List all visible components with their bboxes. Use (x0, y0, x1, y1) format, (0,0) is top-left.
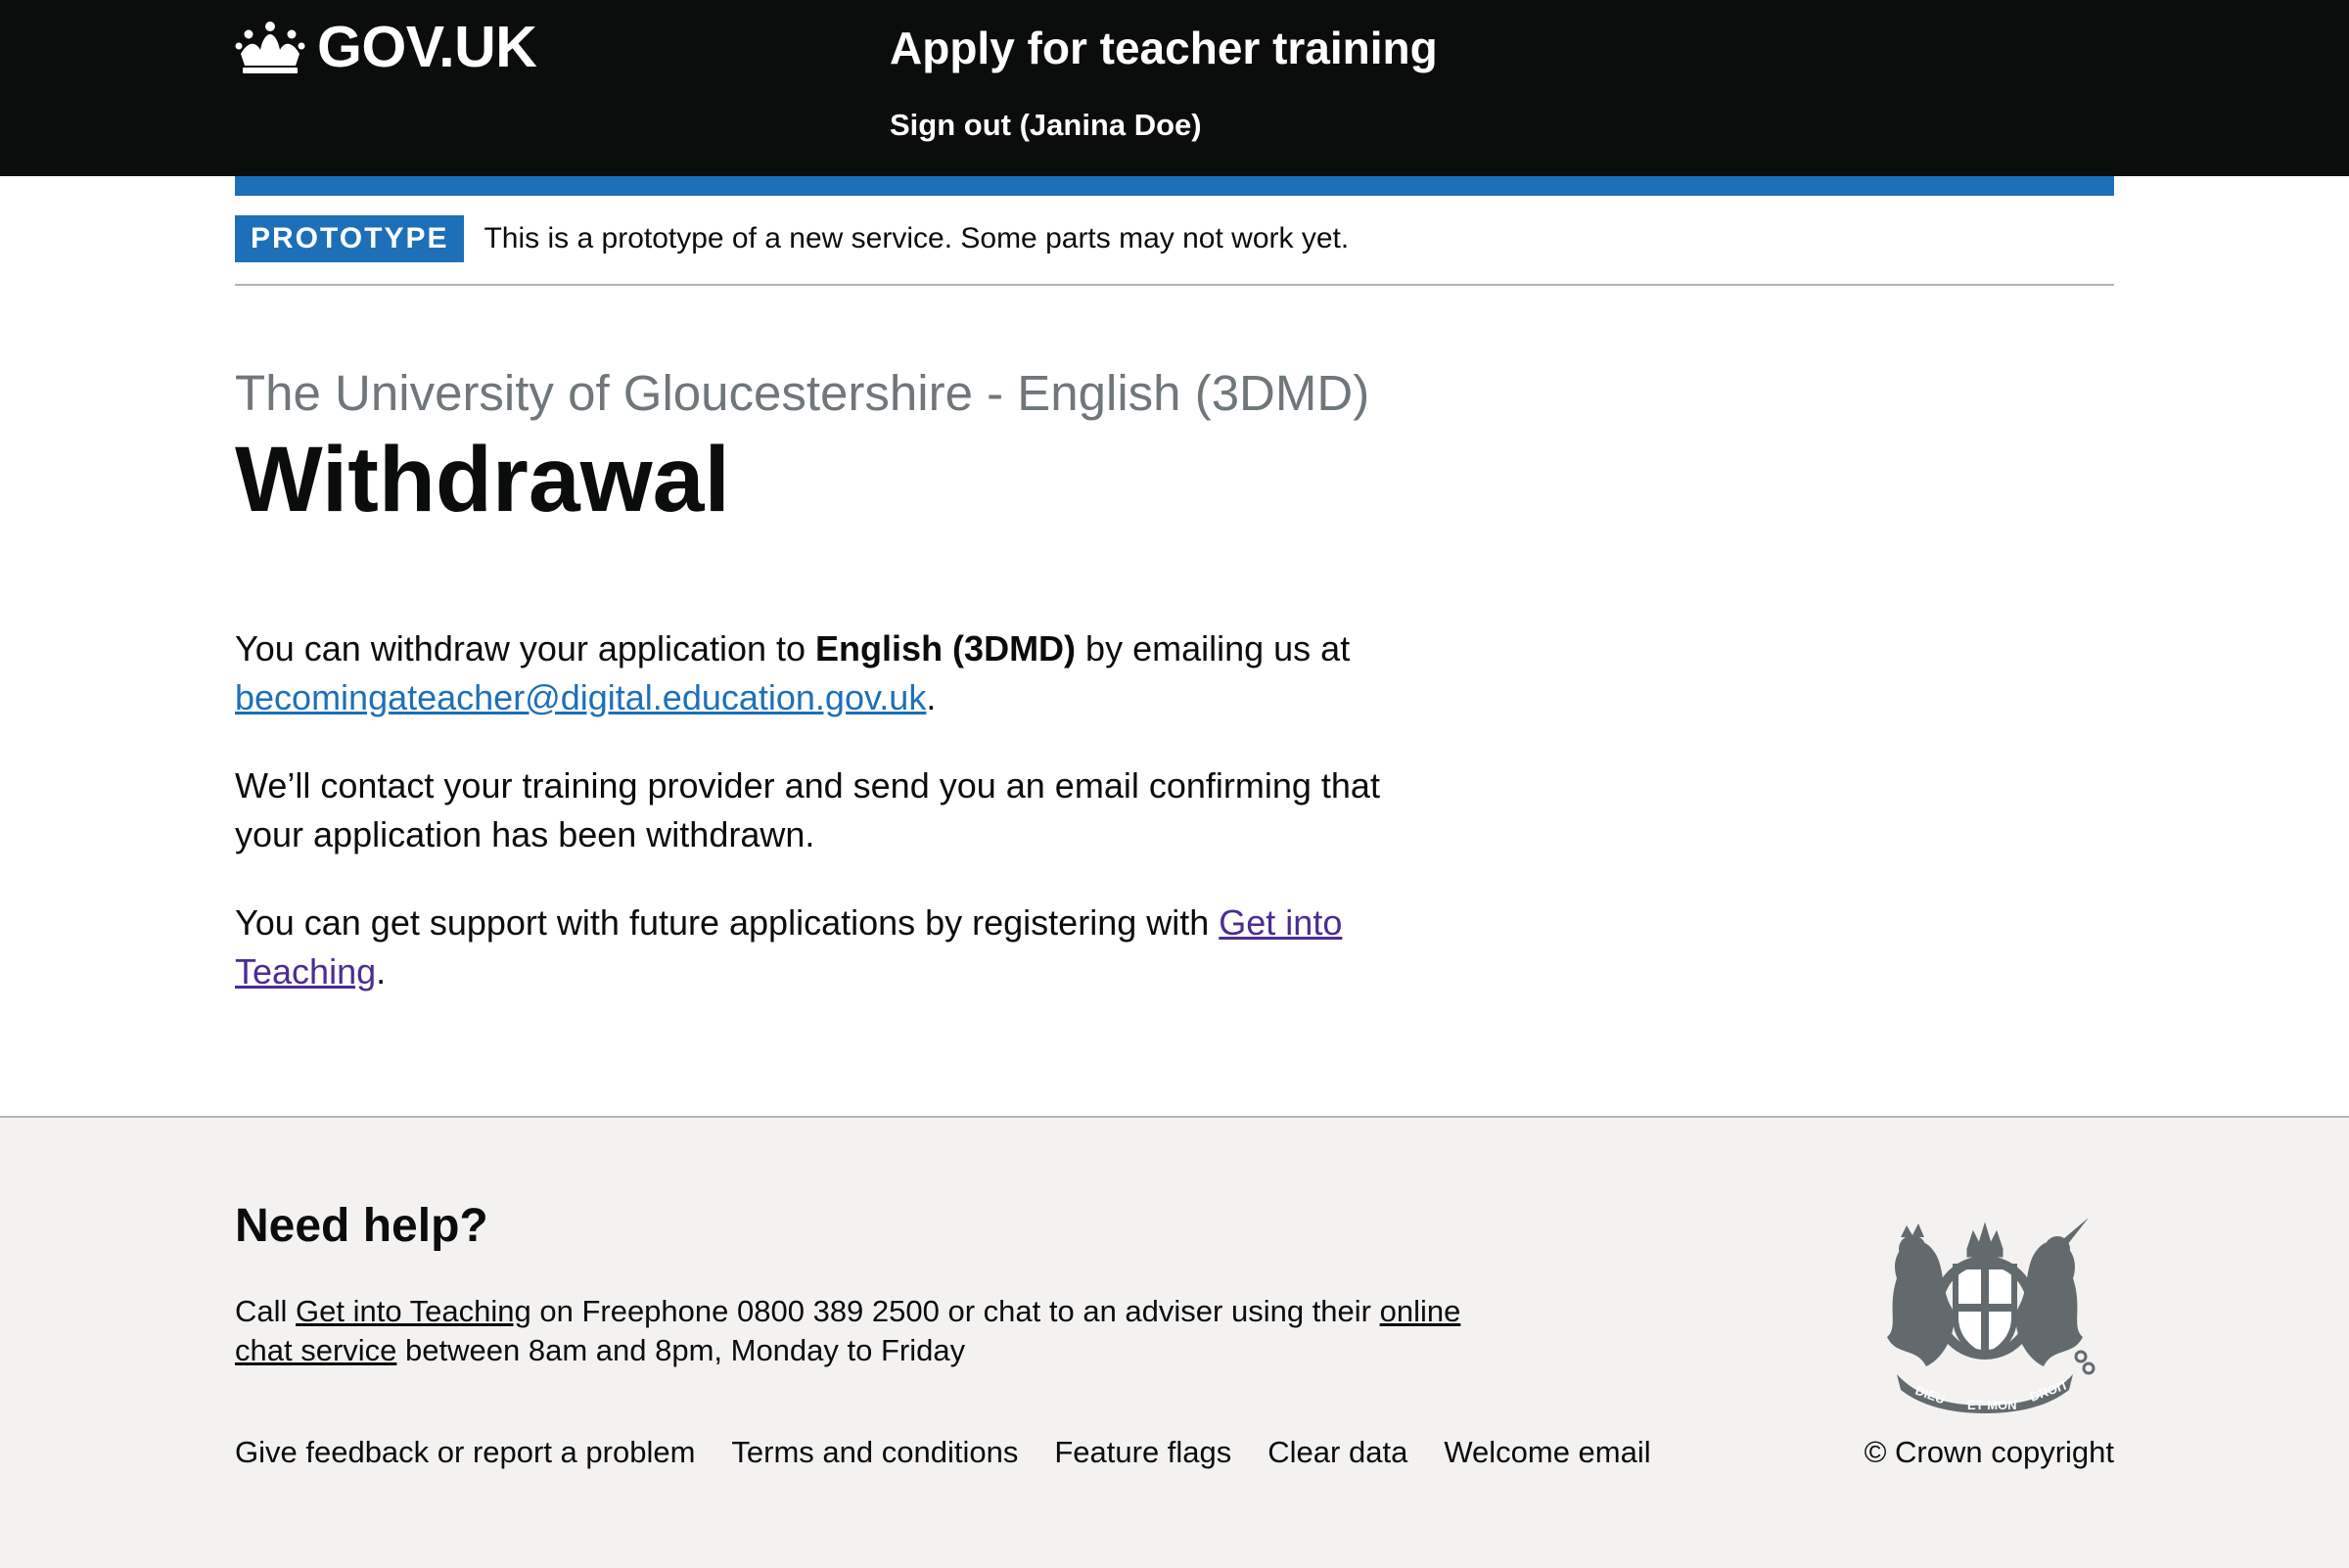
help-call-text: Call (235, 1294, 297, 1328)
site-header: GOV.UK Apply for teacher training Sign o… (0, 0, 2349, 176)
service-name-link[interactable]: Apply for teacher training (890, 20, 1438, 76)
support-text: You can get support with future applicat… (235, 899, 1439, 996)
need-help-heading: Need help? (235, 1200, 488, 1252)
withdraw-instructions: You can withdraw your application to Eng… (235, 624, 1439, 722)
page-title: Withdrawal (235, 428, 730, 531)
welcome-email-link[interactable]: Welcome email (1444, 1433, 1650, 1472)
help-hours-text: between 8am and 8pm, Monday to Friday (396, 1333, 966, 1367)
phase-banner-text: This is a prototype of a new service. So… (484, 222, 1350, 254)
help-phone-text: on Freephone 0800 389 2500 or chat to an… (530, 1294, 1380, 1328)
logo-text: GOV.UK (317, 15, 537, 79)
main-content: You can withdraw your application to Eng… (235, 624, 1439, 1036)
email-link[interactable]: becomingateacher@digital.education.gov.u… (235, 677, 926, 717)
feature-flags-link[interactable]: Feature flags (1054, 1433, 1231, 1472)
header-blue-bar (235, 176, 2114, 196)
support-text-end: . (376, 951, 387, 992)
govuk-logo-link[interactable]: GOV.UK (235, 15, 537, 79)
contact-confirmation-text: We’ll contact your training provider and… (235, 765, 1380, 854)
clear-data-link[interactable]: Clear data (1267, 1433, 1407, 1472)
feedback-link[interactable]: Give feedback or report a problem (235, 1433, 695, 1472)
footer-get-into-teaching-link[interactable]: Get into Teaching (296, 1294, 531, 1328)
sign-out-link[interactable]: Sign out (Janina Doe) (890, 106, 1202, 145)
footer-links: Give feedback or report a problem Terms … (235, 1433, 1651, 1472)
withdraw-text-end: . (926, 677, 937, 717)
support-text-start: You can get support with future applicat… (235, 902, 1220, 943)
withdraw-text-start: You can withdraw your application to (235, 628, 816, 669)
withdraw-text-mid: by emailing us at (1076, 628, 1351, 669)
site-footer: Need help? Call Get into Teaching on Fre… (0, 1116, 2349, 1568)
royal-coat-of-arms-icon: DIEU ET MON DROIT (1887, 1218, 2096, 1413)
prototype-tag: PROTOTYPE (235, 215, 465, 262)
course-name: English (3DMD) (815, 628, 1077, 669)
crown-icon (235, 22, 305, 73)
page-caption: The University of Gloucestershire - Engl… (235, 365, 1370, 421)
help-text: Call Get into Teaching on Freephone 0800… (235, 1292, 1507, 1370)
phase-banner: PROTOTYPE This is a prototype of a new s… (235, 215, 2114, 286)
terms-link[interactable]: Terms and conditions (731, 1433, 1018, 1472)
crest-motto-2: ET MON (1967, 1398, 2017, 1412)
crown-copyright-link[interactable]: © Crown copyright (1865, 1433, 2114, 1472)
